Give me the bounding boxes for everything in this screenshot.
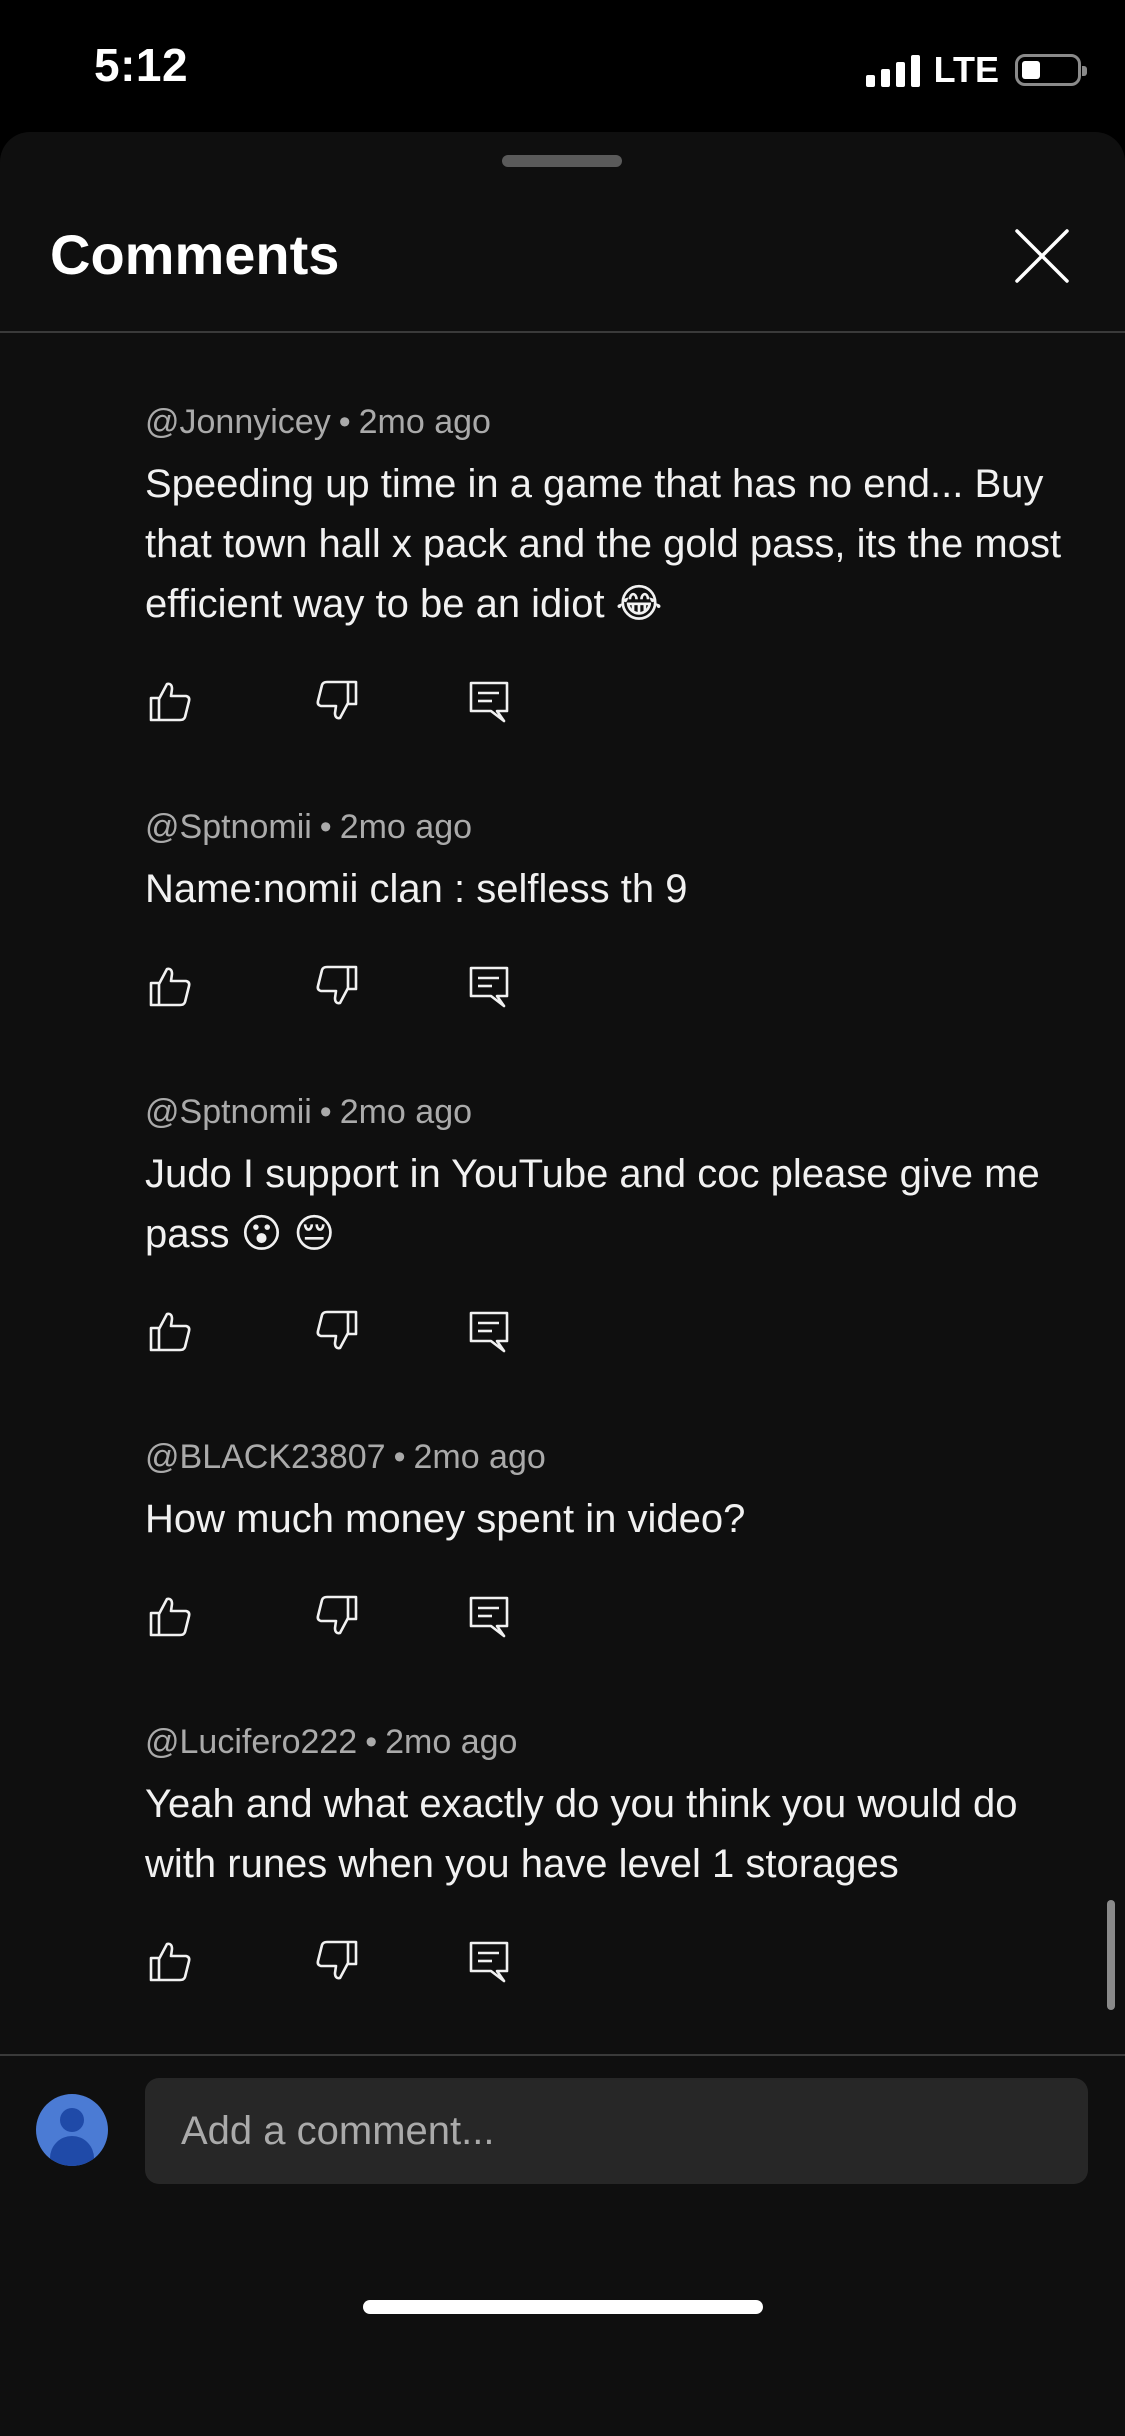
status-time: 5:12: [94, 39, 189, 91]
add-comment-input[interactable]: [145, 2078, 1088, 2184]
comment-actions: [145, 1594, 545, 1644]
like-button[interactable]: [148, 1309, 192, 1353]
comment-item: @BLACK23807 • 2mo ago How much money spent…: [145, 1435, 1065, 1549]
thumbs-up-icon: [149, 1597, 191, 1637]
comment-text: Yeah and what exactly do you think you w…: [145, 1782, 1018, 1886]
comment-author[interactable]: @Lucifero222: [145, 1723, 357, 1761]
comment-text: Name:nomii clan : selfless th 9: [145, 867, 688, 911]
like-button[interactable]: [148, 679, 192, 723]
comment-item: @Sptnomii • 2mo ago Judo I support in YouT…: [145, 1090, 1065, 1264]
comment-time: 2mo ago: [413, 1438, 546, 1476]
comment-meta: @Jonnyicey • 2mo ago: [145, 400, 1065, 444]
reply-button[interactable]: [467, 1594, 511, 1638]
comment-actions: [145, 1309, 545, 1359]
thumbs-down-icon: [316, 680, 358, 720]
avatar-head: [60, 2108, 84, 2132]
cellular-signal-icon: [865, 53, 920, 87]
footer-divider: [0, 2054, 1125, 2056]
network-type: LTE: [933, 49, 999, 90]
comment-time: 2mo ago: [339, 808, 473, 846]
like-button[interactable]: [148, 1594, 192, 1638]
scrollbar-thumb[interactable]: [1107, 1900, 1115, 2010]
thumbs-down-icon: [316, 1595, 358, 1635]
meta-separator: •: [319, 808, 332, 846]
status-indicators: LTE: [865, 49, 1087, 90]
close-button[interactable]: [1012, 226, 1072, 286]
meta-separator: •: [393, 1438, 406, 1476]
comment-author[interactable]: @Jonnyicey: [145, 403, 331, 441]
like-button[interactable]: [148, 964, 192, 1008]
meta-separator: •: [319, 1093, 332, 1131]
close-icon: [1015, 229, 1069, 283]
comment-meta: @Sptnomii • 2mo ago: [145, 1090, 1065, 1134]
thumbs-up-icon: [149, 1942, 191, 1982]
thumbs-down-icon: [316, 965, 358, 1005]
dislike-button[interactable]: [315, 1309, 359, 1353]
comment-item: @Lucifero222 • 2mo ago Yeah and what exact…: [145, 1720, 1065, 1894]
reply-button[interactable]: [467, 1309, 511, 1353]
reply-icon: [469, 1941, 509, 1983]
comment-actions: [145, 679, 545, 729]
comment-meta: @BLACK23807 • 2mo ago: [145, 1435, 1065, 1479]
home-indicator[interactable]: [363, 2300, 763, 2314]
thumbs-up-icon: [149, 1312, 191, 1352]
dislike-button[interactable]: [315, 1939, 359, 1983]
comment-actions: [145, 964, 545, 1014]
reply-icon: [469, 966, 509, 1008]
dislike-button[interactable]: [315, 1594, 359, 1638]
thumbs-up-icon: [149, 967, 191, 1007]
status-bar: 5:12 LTE: [0, 0, 1125, 132]
thumbs-down-icon: [316, 1310, 358, 1350]
comment-time: 2mo ago: [358, 403, 491, 441]
comment-author[interactable]: @Sptnomii: [145, 808, 312, 846]
reply-icon: [469, 1311, 509, 1353]
meta-separator: •: [365, 1723, 378, 1761]
sheet-title: Comments: [50, 223, 340, 286]
comment-actions: [145, 1939, 545, 1989]
sheet-grab-handle[interactable]: [502, 155, 622, 167]
comment-time: 2mo ago: [385, 1723, 518, 1761]
comment-author[interactable]: @Sptnomii: [145, 1093, 312, 1131]
comment-item: @Jonnyicey • 2mo ago Speeding up time in a…: [145, 400, 1065, 634]
reply-icon: [469, 1596, 509, 1638]
reply-button[interactable]: [467, 964, 511, 1008]
meta-separator: •: [338, 403, 351, 441]
comment-author[interactable]: @BLACK23807: [145, 1438, 386, 1476]
comment-item: @Sptnomii • 2mo ago Name:nomii clan : self…: [145, 805, 1065, 919]
reply-icon: [469, 681, 509, 723]
thumbs-up-icon: [149, 682, 191, 722]
battery-icon: [1015, 54, 1087, 86]
dislike-button[interactable]: [315, 679, 359, 723]
comment-text: Judo I support in YouTube and coc please…: [145, 1152, 1040, 1256]
avatar-torso: [50, 2136, 94, 2166]
reply-button[interactable]: [467, 1939, 511, 1983]
comment-time: 2mo ago: [339, 1093, 473, 1131]
like-button[interactable]: [148, 1939, 192, 1983]
thumbs-down-icon: [316, 1940, 358, 1980]
comment-text: How much money spent in video?: [145, 1497, 746, 1541]
comment-meta: @Lucifero222 • 2mo ago: [145, 1720, 1065, 1764]
reply-button[interactable]: [467, 679, 511, 723]
comment-text: Speeding up time in a game that has no e…: [145, 462, 1062, 626]
dislike-button[interactable]: [315, 964, 359, 1008]
comment-meta: @Sptnomii • 2mo ago: [145, 805, 1065, 849]
header-divider: [0, 331, 1125, 333]
user-avatar[interactable]: [36, 2094, 108, 2166]
